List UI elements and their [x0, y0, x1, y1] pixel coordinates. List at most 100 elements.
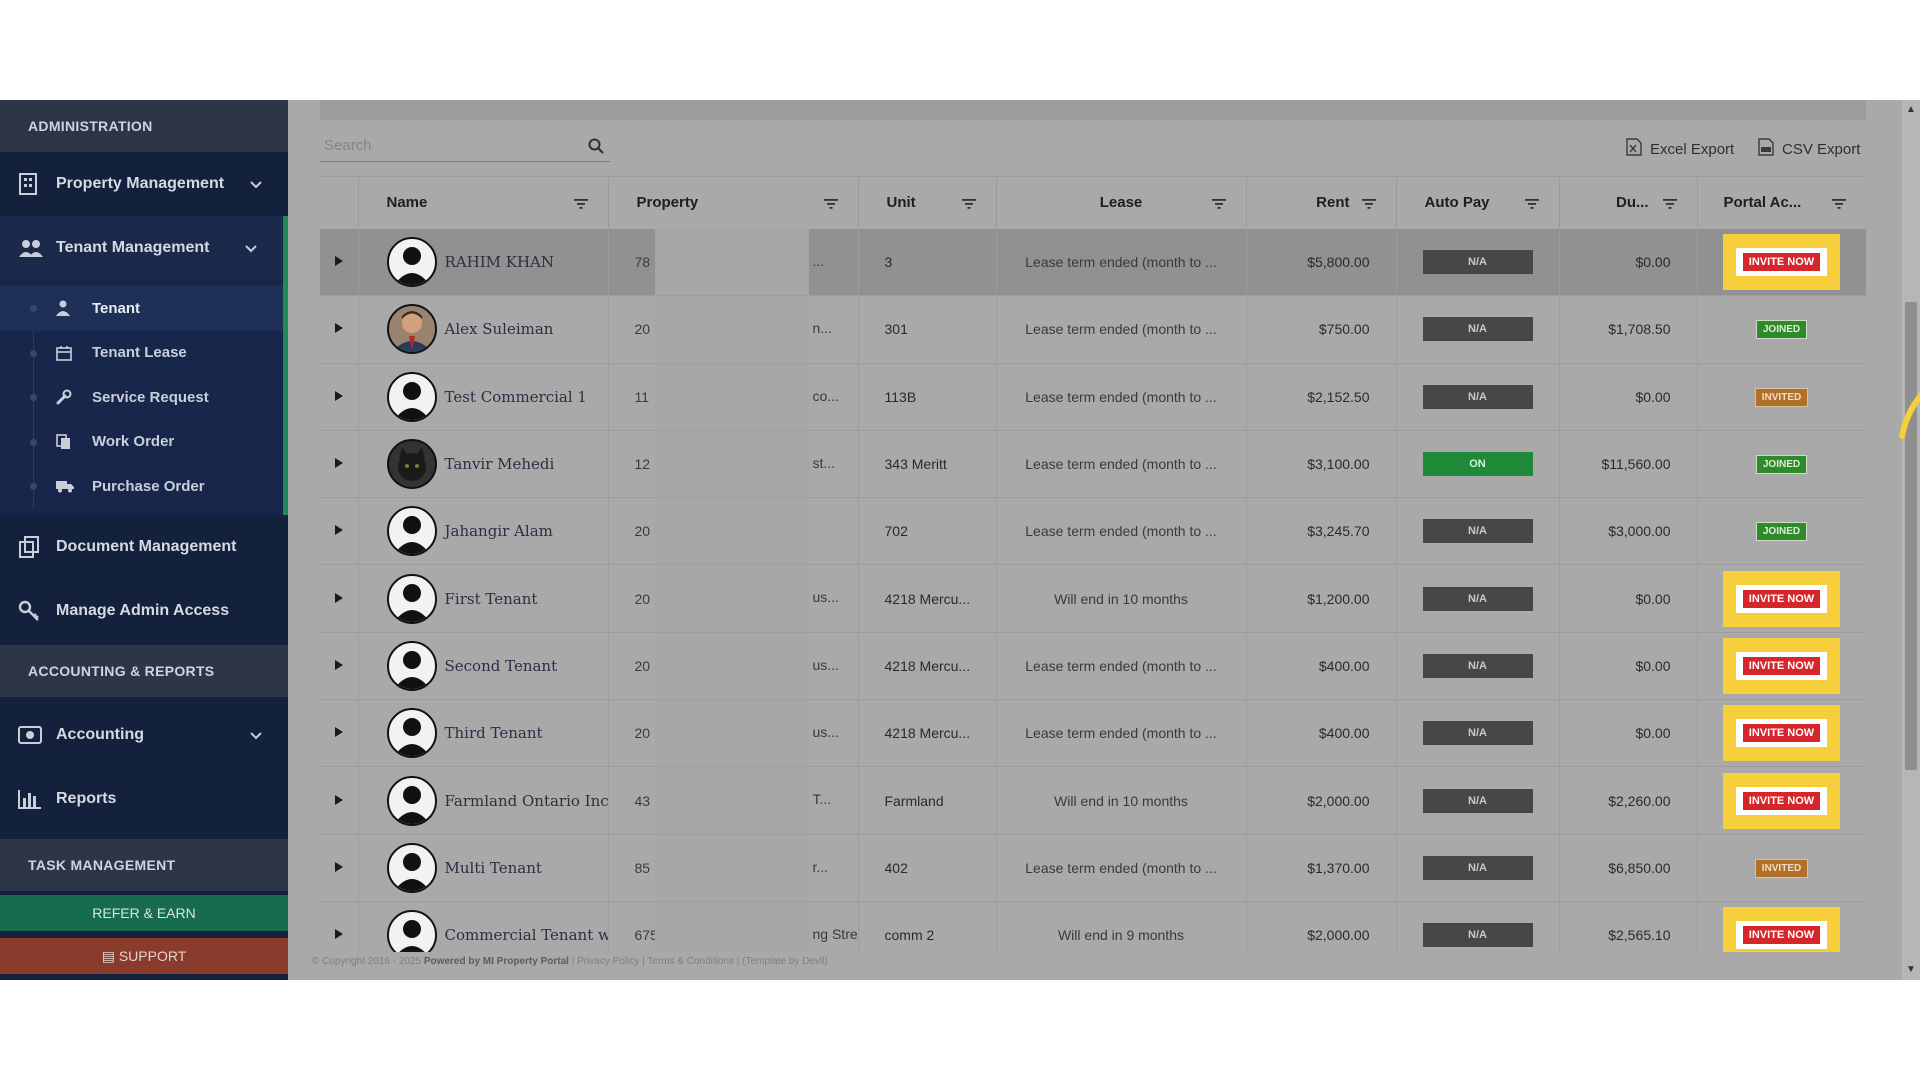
expand-triangle-icon[interactable] [334, 927, 344, 943]
due-cell: $0.00 [1559, 564, 1698, 633]
sidebar-item-tenant-management[interactable]: Tenant Management [0, 216, 288, 280]
table-row[interactable]: RAHIM KHAN 78... 3 Lease term ended (mon… [320, 228, 1866, 297]
sidebar-item-work-order[interactable]: Work Order [0, 420, 283, 465]
expand-cell[interactable] [320, 766, 359, 835]
expand-cell[interactable] [320, 564, 359, 633]
expand-triangle-icon[interactable] [334, 523, 344, 539]
expand-triangle-icon[interactable] [334, 591, 344, 607]
name-cell[interactable]: Commercial Tenant wit [358, 901, 609, 952]
expand-cell[interactable] [320, 295, 359, 364]
header-autopay[interactable]: Auto Pay [1396, 176, 1560, 229]
expand-triangle-icon[interactable] [334, 389, 344, 405]
header-lease[interactable]: Lease [996, 176, 1247, 229]
name-cell[interactable]: Jahangir Alam [358, 497, 609, 566]
expand-cell[interactable] [320, 497, 359, 566]
name-cell[interactable]: Farmland Ontario Inc [358, 766, 609, 835]
tenant-name[interactable]: RAHIM KHAN [445, 253, 555, 271]
sidebar-item-purchase-order[interactable]: Purchase Order [0, 464, 283, 509]
table-row[interactable]: Second Tenant 20 us... 4218 Mercu... Leas… [320, 632, 1866, 701]
expand-triangle-icon[interactable] [334, 860, 344, 876]
name-cell[interactable]: Alex Suleiman [358, 295, 609, 364]
filter-icon[interactable] [961, 196, 976, 213]
header-portal-access[interactable]: Portal Ac... [1697, 176, 1866, 229]
filter-icon[interactable] [1211, 196, 1226, 213]
search-icon[interactable] [588, 138, 604, 159]
tenant-name[interactable]: First Tenant [445, 590, 538, 608]
sidebar-item-tenant[interactable]: Tenant [0, 286, 283, 331]
sidebar-item-manage-admin-access[interactable]: Manage Admin Access [0, 579, 288, 643]
scroll-up-arrow-icon[interactable]: ▲ [1906, 104, 1916, 115]
sidebar-item-accounting[interactable]: Accounting [0, 703, 288, 767]
expand-triangle-icon[interactable] [334, 725, 344, 741]
expand-cell[interactable] [320, 363, 359, 431]
tenant-name[interactable]: Test Commercial 1 [445, 388, 587, 406]
expand-cell[interactable] [320, 834, 359, 902]
refer-earn-button[interactable]: REFER & EARN [0, 895, 288, 931]
tenant-name[interactable]: Tanvir Mehedi [445, 455, 555, 473]
tenant-name[interactable]: Third Tenant [445, 724, 543, 742]
filter-icon[interactable] [1524, 196, 1539, 213]
filter-icon[interactable] [1361, 196, 1376, 213]
expand-cell[interactable] [320, 632, 359, 701]
scroll-down-arrow-icon[interactable]: ▼ [1906, 964, 1916, 975]
invite-now-button[interactable]: INVITE NOW [1741, 723, 1822, 744]
sidebar-item-document-management[interactable]: Document Management [0, 515, 288, 579]
footer-powered[interactable]: Powered by MI Property Portal [424, 956, 569, 967]
filter-icon[interactable] [1831, 196, 1846, 213]
table-row[interactable]: Farmland Ontario Inc 43 T... Farmland Wil… [320, 766, 1866, 835]
excel-export-button[interactable]: Excel Export [1626, 138, 1734, 160]
sidebar-item-reports[interactable]: Reports [0, 767, 288, 831]
tenant-name[interactable]: Second Tenant [445, 657, 558, 675]
table-row[interactable]: Alex Suleiman 20 n... 301 Lease term ende… [320, 295, 1866, 364]
table-row[interactable]: First Tenant 20 us... 4218 Mercu... Will … [320, 564, 1866, 633]
csv-export-button[interactable]: CSV Export [1758, 138, 1860, 160]
sidebar-item-tenant-lease[interactable]: Tenant Lease [0, 331, 283, 376]
filter-icon[interactable] [1662, 196, 1677, 213]
tenant-name[interactable]: Multi Tenant [445, 859, 542, 877]
invite-now-button[interactable]: INVITE NOW [1741, 588, 1822, 609]
name-cell[interactable]: Test Commercial 1 [358, 363, 609, 431]
sidebar-item-property-management[interactable]: Property Management [0, 152, 288, 216]
header-due[interactable]: Du... [1559, 176, 1698, 229]
header-name[interactable]: Name [358, 176, 609, 229]
expand-triangle-icon[interactable] [334, 456, 344, 472]
expand-cell[interactable] [320, 901, 359, 952]
search-input[interactable] [320, 130, 570, 160]
invite-now-button[interactable]: INVITE NOW [1741, 925, 1822, 946]
table-row[interactable]: Jahangir Alam 20 702 Lease term ended (m… [320, 497, 1866, 566]
filter-icon[interactable] [573, 196, 588, 213]
table-row[interactable]: Test Commercial 1 11 co... 113B Lease ter… [320, 363, 1866, 431]
invite-now-button[interactable]: INVITE NOW [1741, 251, 1822, 272]
footer-links[interactable]: | Privacy Policy | Terms & Conditions | [572, 956, 740, 967]
invite-now-button[interactable]: INVITE NOW [1741, 790, 1822, 811]
invite-now-button[interactable]: INVITE NOW [1741, 655, 1822, 676]
header-rent[interactable]: Rent [1246, 176, 1397, 229]
sidebar-item-service-request[interactable]: Service Request [0, 375, 283, 420]
expand-cell[interactable] [320, 228, 359, 297]
name-cell[interactable]: Second Tenant [358, 632, 609, 701]
expand-triangle-icon[interactable] [334, 658, 344, 674]
name-cell[interactable]: RAHIM KHAN [358, 228, 609, 297]
name-cell[interactable]: Tanvir Mehedi [358, 430, 609, 499]
tenant-name[interactable]: Commercial Tenant wit [445, 926, 608, 944]
expand-triangle-icon[interactable] [334, 321, 344, 337]
header-unit[interactable]: Unit [858, 176, 997, 229]
tenant-name[interactable]: Jahangir Alam [445, 522, 553, 540]
expand-cell[interactable] [320, 699, 359, 768]
table-row[interactable]: Commercial Tenant wit 675ng Street (New … [320, 901, 1866, 952]
support-button[interactable]: ▤ SUPPORT [0, 938, 288, 974]
table-row[interactable]: Multi Tenant 85 r... 402 Lease term ended… [320, 834, 1866, 902]
tenant-name[interactable]: Farmland Ontario Inc [445, 792, 608, 810]
header-property[interactable]: Property [608, 176, 859, 229]
vertical-scrollbar[interactable]: ▲ ▼ [1902, 100, 1920, 980]
table-row[interactable]: Tanvir Mehedi 12 st... 343 Meritt Lease t… [320, 430, 1866, 499]
name-cell[interactable]: First Tenant [358, 564, 609, 633]
name-cell[interactable]: Third Tenant [358, 699, 609, 768]
table-row[interactable]: Third Tenant 20 us... 4218 Mercu... Lease… [320, 699, 1866, 768]
name-cell[interactable]: Multi Tenant [358, 834, 609, 902]
filter-icon[interactable] [823, 196, 838, 213]
expand-cell[interactable] [320, 430, 359, 499]
tenant-name[interactable]: Alex Suleiman [445, 320, 554, 338]
expand-triangle-icon[interactable] [334, 793, 344, 809]
expand-triangle-icon[interactable] [334, 254, 344, 270]
